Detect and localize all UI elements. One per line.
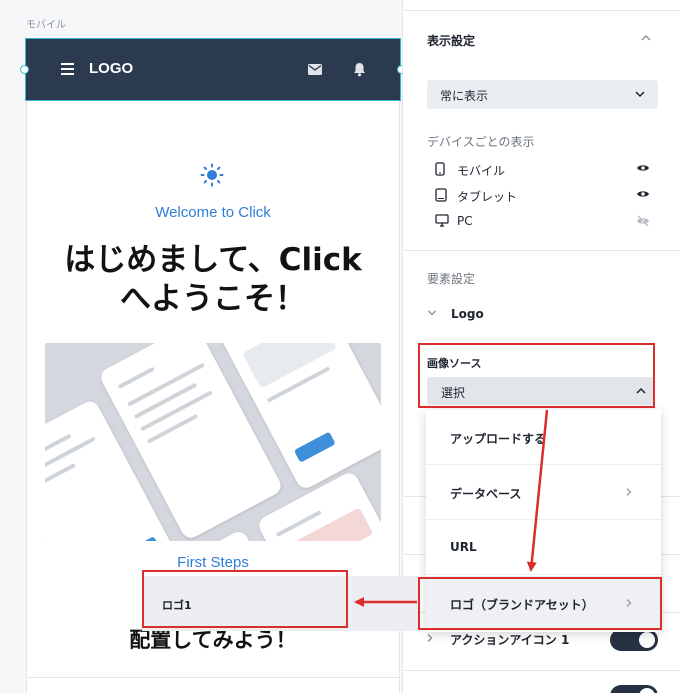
dropdown-item-label: データベース: [450, 487, 522, 501]
dropdown-item-upload[interactable]: アップロードする: [426, 410, 661, 465]
hero-image: [45, 343, 381, 541]
hero-title-line1: はじめまして、Click: [64, 242, 362, 278]
app-header[interactable]: LOGO: [20, 38, 406, 101]
display-mode-value: 常に表示: [440, 89, 489, 103]
dropdown-item-label: アップロードする: [450, 432, 547, 446]
image-source-select[interactable]: 選択: [427, 377, 655, 405]
submenu-item-logo1[interactable]: ロゴ1: [162, 597, 192, 613]
dropdown-item-url[interactable]: URL: [426, 520, 661, 575]
hero-title-line2: へようこそ！: [120, 281, 306, 317]
desktop-icon: [435, 214, 449, 227]
sun-icon: [200, 163, 224, 187]
chevron-down-icon[interactable]: [427, 309, 437, 317]
dropdown-item-database[interactable]: データベース: [426, 465, 661, 520]
chevron-right-icon[interactable]: [426, 633, 434, 643]
divider: [403, 670, 680, 671]
divider: [26, 677, 400, 678]
dropdown-item-brand-logo[interactable]: ロゴ（ブランドアセット）: [426, 576, 661, 631]
element-name-logo[interactable]: Logo: [451, 307, 484, 321]
action-icon-label[interactable]: アクションアイコン 1: [450, 631, 569, 648]
chevron-right-icon: [626, 488, 632, 496]
device-row-tablet: タブレット: [427, 186, 658, 206]
chevron-up-icon[interactable]: [640, 33, 652, 43]
display-settings-title: 表示設定: [427, 34, 476, 48]
device-label: モバイル: [26, 20, 66, 31]
device-label-pc: PC: [457, 214, 473, 228]
chevron-up-icon: [636, 387, 646, 394]
hero-title: はじめまして、Click へようこそ！: [26, 241, 400, 319]
image-source-value: 選択: [441, 386, 466, 400]
eye-icon[interactable]: [636, 189, 650, 199]
dropdown-item-label: ロゴ（ブランドアセット）: [450, 598, 594, 612]
device-label-tablet: タブレット: [457, 190, 518, 204]
eye-off-icon[interactable]: [636, 215, 650, 227]
divider: [403, 10, 680, 11]
eye-icon[interactable]: [636, 163, 650, 173]
mobile-icon: [435, 162, 445, 176]
divider: [403, 250, 680, 251]
dropdown-item-label: URL: [450, 540, 477, 554]
next-row-toggle[interactable]: [610, 685, 658, 693]
device-row-mobile: モバイル: [427, 160, 658, 180]
mail-icon[interactable]: [308, 64, 322, 75]
chevron-right-icon: [626, 599, 632, 607]
device-row-pc: PC: [427, 212, 658, 232]
bell-icon[interactable]: [353, 62, 366, 77]
resize-handle-left[interactable]: [20, 65, 29, 74]
element-settings-title: 要素設定: [427, 272, 476, 286]
device-display-title: デバイスごとの表示: [427, 135, 535, 149]
image-source-label: 画像ソース: [427, 357, 482, 370]
brand-logo-submenu[interactable]: ロゴ1: [142, 576, 418, 631]
device-label-mobile: モバイル: [457, 164, 506, 178]
action-icon-toggle[interactable]: [610, 629, 658, 651]
chevron-down-icon: [635, 91, 645, 98]
header-logo[interactable]: LOGO: [89, 60, 133, 77]
hamburger-menu-icon[interactable]: [61, 63, 74, 75]
image-source-dropdown: アップロードする データベース URL ロゴ（ブランドアセット）: [426, 410, 661, 632]
welcome-text: Welcome to Click: [155, 204, 271, 221]
display-mode-select[interactable]: 常に表示: [427, 80, 658, 109]
first-steps-text: First Steps: [177, 554, 249, 571]
tablet-icon: [435, 188, 447, 202]
